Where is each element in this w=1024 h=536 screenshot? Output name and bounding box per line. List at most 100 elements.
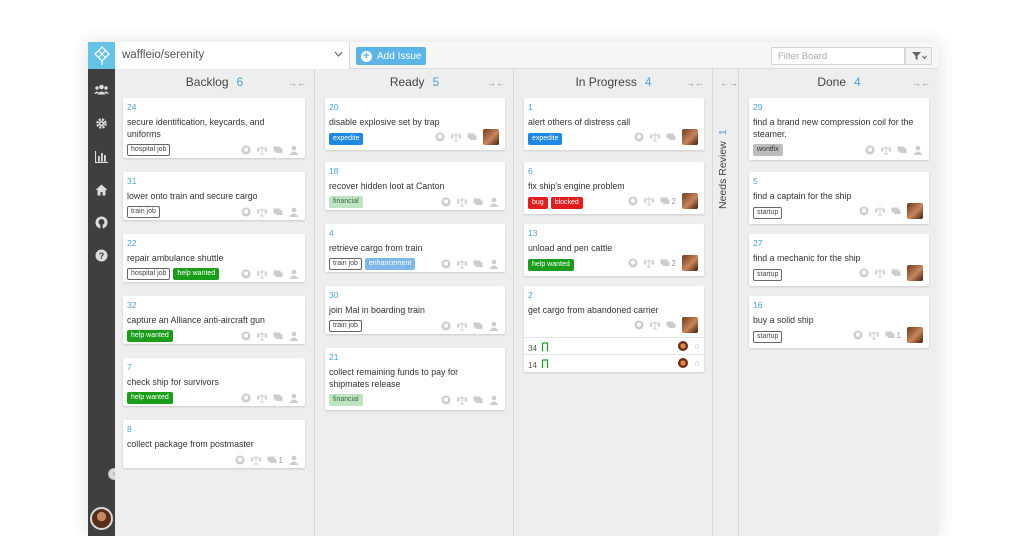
label-hospital-job[interactable]: hospital job (127, 144, 171, 156)
issue-card[interactable]: 24 secure identification, keycards, and … (123, 98, 305, 158)
issue-card[interactable]: 16 buy a solid ship startup 1 (749, 296, 929, 348)
waffle-logo-icon[interactable] (88, 42, 115, 69)
person-icon[interactable] (489, 321, 499, 331)
label-wontfix[interactable]: wontfix (753, 144, 783, 156)
issue-card[interactable]: 8 collect package from postmaster 1 (123, 420, 305, 468)
issue-card[interactable]: 32 capture an Alliance anti-aircraft gun… (123, 296, 305, 344)
comment-icon[interactable] (660, 258, 670, 268)
comment-icon[interactable] (666, 320, 676, 330)
issue-card[interactable]: 20 disable explosive set by trap expedit… (325, 98, 505, 150)
assignee-avatar[interactable] (907, 265, 923, 281)
person-icon[interactable] (489, 197, 499, 207)
label-hospital-job[interactable]: hospital job (127, 268, 171, 280)
column-needs-review[interactable]: ←→ Needs Review 1 (713, 69, 739, 536)
scale-icon[interactable] (457, 259, 467, 269)
person-icon[interactable] (289, 269, 299, 279)
comment-icon[interactable] (273, 145, 283, 155)
label-bug[interactable]: bug (528, 197, 548, 209)
label-financial[interactable]: financial (329, 394, 363, 406)
label-startup[interactable]: startup (753, 331, 783, 343)
scale-icon[interactable] (257, 331, 267, 341)
comment-icon[interactable] (891, 268, 901, 278)
filter-button[interactable] (905, 47, 932, 65)
github-icon[interactable] (441, 321, 451, 331)
comment-icon[interactable] (273, 331, 283, 341)
issue-title[interactable]: lower onto train and secure cargo (127, 190, 299, 202)
label-help-wanted[interactable]: help wanted (173, 268, 220, 280)
issue-card[interactable]: 29 find a brand new compression coil for… (749, 98, 929, 160)
issue-title[interactable]: collect package from postmaster (127, 438, 299, 450)
label-train-job[interactable]: train job (329, 258, 362, 270)
label-help-wanted[interactable]: help wanted (127, 330, 173, 342)
github-icon[interactable] (241, 269, 251, 279)
assignee-avatar[interactable] (682, 317, 698, 333)
scale-icon[interactable] (257, 393, 267, 403)
github-icon[interactable] (628, 258, 638, 268)
reviewer-avatar[interactable] (678, 341, 688, 351)
issue-number[interactable]: 22 (127, 238, 136, 248)
github-icon[interactable] (94, 215, 109, 230)
issue-card[interactable]: 2 get cargo from abandoned carrier 34 0 … (524, 286, 704, 372)
scale-icon[interactable] (250, 455, 261, 465)
comment-icon[interactable] (660, 196, 670, 206)
scale-icon[interactable] (457, 197, 467, 207)
comment-icon[interactable] (467, 132, 477, 142)
issue-number[interactable]: 27 (753, 238, 762, 248)
chart-icon[interactable] (94, 149, 109, 164)
github-icon[interactable] (859, 268, 869, 278)
filter-board-input[interactable]: Filter Board (771, 47, 905, 65)
github-icon[interactable] (628, 196, 638, 206)
label-blocked[interactable]: blocked (550, 197, 583, 209)
issue-card[interactable]: 4 retrieve cargo from train train job en… (325, 224, 505, 272)
issue-card[interactable]: 27 find a mechanic for the ship startup (749, 234, 929, 286)
issue-card[interactable]: 22 repair ambulance shuttle hospital job… (123, 234, 305, 282)
comment-icon[interactable] (666, 132, 676, 142)
pull-request-row[interactable]: 14 0 (524, 354, 704, 371)
issue-title[interactable]: get cargo from abandoned carrier (528, 304, 698, 316)
github-icon[interactable] (634, 320, 644, 330)
comment-icon[interactable] (473, 321, 483, 331)
issue-number[interactable]: 31 (127, 176, 136, 186)
issue-title[interactable]: find a brand new compression coil for th… (753, 116, 923, 140)
comment-icon[interactable] (473, 395, 483, 405)
issue-number[interactable]: 24 (127, 102, 136, 112)
label-help-wanted[interactable]: help wanted (528, 259, 574, 271)
issue-card[interactable]: 5 find a captain for the ship startup (749, 172, 929, 224)
github-icon[interactable] (441, 259, 451, 269)
issue-number[interactable]: 2 (528, 290, 533, 300)
collapse-column-icon[interactable]: →← (912, 78, 930, 88)
github-icon[interactable] (634, 132, 644, 142)
issue-card[interactable]: 13 unload and pen cattle help wanted 2 (524, 224, 704, 276)
issue-card[interactable]: 30 join Mal in boarding train train job (325, 286, 505, 334)
label-help-wanted[interactable]: help wanted (127, 392, 173, 404)
github-icon[interactable] (853, 330, 863, 340)
github-icon[interactable] (441, 197, 451, 207)
issue-number[interactable]: 7 (127, 362, 132, 372)
issue-title[interactable]: capture an Alliance anti-aircraft gun (127, 314, 299, 326)
scale-icon[interactable] (650, 320, 660, 330)
label-expedite[interactable]: expedite (528, 133, 563, 145)
people-icon[interactable] (94, 82, 109, 97)
github-icon[interactable] (241, 207, 251, 217)
scale-icon[interactable] (875, 206, 885, 216)
github-icon[interactable] (241, 393, 251, 403)
github-icon[interactable] (859, 206, 869, 216)
issue-card[interactable]: 21 collect remaining funds to pay for sh… (325, 348, 505, 410)
help-icon[interactable]: ? (94, 248, 109, 263)
issue-card[interactable]: 18 recover hidden loot at Canton financi… (325, 162, 505, 210)
scale-icon[interactable] (643, 258, 654, 268)
person-icon[interactable] (289, 331, 299, 341)
scale-icon[interactable] (643, 196, 654, 206)
collapse-column-icon[interactable]: →← (288, 78, 306, 88)
scale-icon[interactable] (257, 207, 267, 217)
comment-icon[interactable] (473, 197, 483, 207)
scale-icon[interactable] (457, 321, 467, 331)
issue-title[interactable]: collect remaining funds to pay for shipm… (329, 366, 499, 390)
issue-title[interactable]: unload and pen cattle (528, 242, 698, 254)
issue-number[interactable]: 29 (753, 102, 762, 112)
assignee-avatar[interactable] (907, 203, 923, 219)
github-icon[interactable] (441, 395, 451, 405)
issue-title[interactable]: retrieve cargo from train (329, 242, 499, 254)
assignee-avatar[interactable] (682, 255, 698, 271)
issue-number[interactable]: 8 (127, 424, 132, 434)
